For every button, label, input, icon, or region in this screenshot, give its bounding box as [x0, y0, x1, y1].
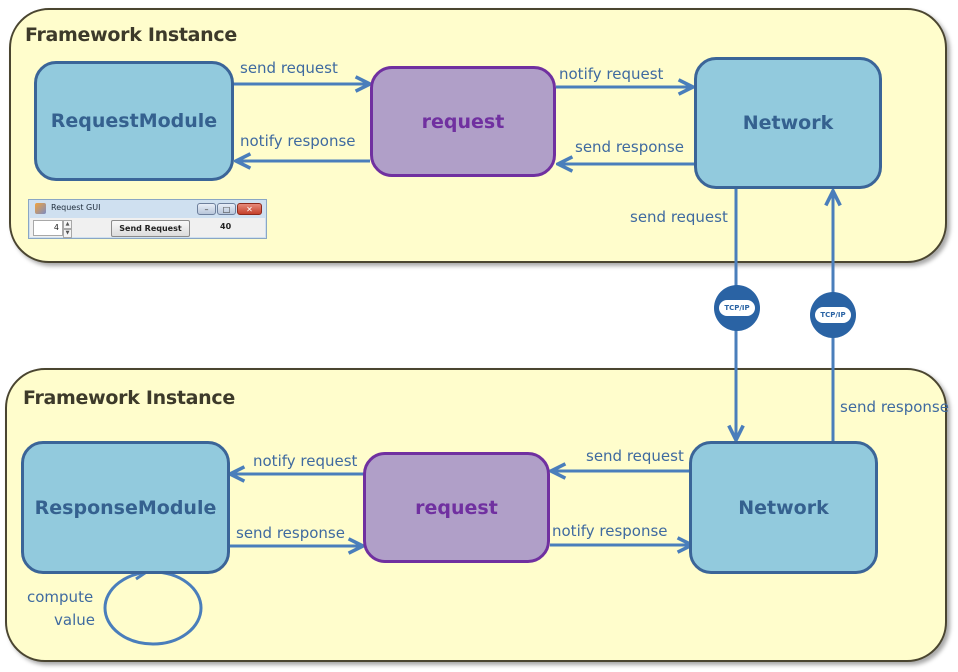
spinner-buttons: ▲ ▼: [63, 220, 72, 238]
label-network-send-request: send request: [630, 208, 728, 226]
top-request-node: request: [370, 66, 556, 177]
app-icon: [35, 203, 46, 214]
label-top-send-request: send request: [240, 59, 338, 77]
bottom-network-node: Network: [689, 441, 878, 574]
cloud-icon: TCP/IP: [719, 300, 755, 316]
label-bottom-notify-response: notify response: [552, 522, 668, 540]
request-module-node: RequestModule: [34, 61, 234, 181]
close-button[interactable]: ✕: [237, 203, 262, 215]
top-network-node: Network: [694, 57, 882, 189]
label-top-send-response: send response: [575, 138, 684, 156]
gui-body: 4 ▲ ▼ Send Request 40: [30, 218, 265, 238]
label-top-notify-request: notify request: [559, 65, 664, 83]
label-bottom-notify-request: notify request: [253, 452, 358, 470]
send-request-button[interactable]: Send Request: [111, 220, 190, 237]
label-bottom-send-response: send response: [236, 524, 345, 542]
bottom-request-node: request: [363, 452, 550, 563]
response-module-node: ResponseModule: [21, 441, 230, 574]
tcp-ip-down-icon: TCP/IP: [714, 285, 760, 331]
result-value: 40: [220, 222, 232, 231]
gui-window-title: Request GUI: [51, 203, 101, 212]
label-bottom-send-request: send request: [586, 447, 684, 465]
spinner-up-button[interactable]: ▲: [63, 220, 72, 229]
minimize-button[interactable]: –: [197, 203, 216, 215]
cloud-icon: TCP/IP: [815, 307, 851, 323]
self-loop-compute-value: [103, 570, 203, 646]
maximize-button[interactable]: □: [217, 203, 236, 215]
label-value: value: [54, 611, 95, 629]
label-top-notify-response: notify response: [240, 132, 356, 150]
spinner-down-button[interactable]: ▼: [63, 229, 72, 238]
label-compute: compute: [27, 588, 94, 606]
request-gui-window: Request GUI – □ ✕ 4 ▲ ▼ Send Request 40: [28, 199, 267, 239]
tcp-ip-up-icon: TCP/IP: [810, 292, 856, 338]
label-network-send-response: send response: [840, 398, 949, 416]
value-spinner-input[interactable]: 4: [33, 220, 63, 236]
